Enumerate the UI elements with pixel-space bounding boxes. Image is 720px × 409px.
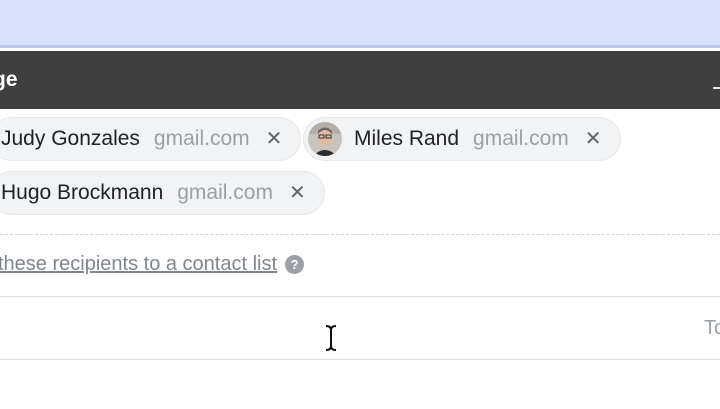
help-icon[interactable]: ? — [285, 255, 305, 274]
close-icon[interactable]: ✕ — [585, 129, 602, 149]
recipient-name: Miles Rand — [354, 127, 460, 150]
compose-window: ge Judy Gonzales gmail.com ✕ Miles Rand … — [0, 51, 720, 409]
window-edge — [0, 45, 720, 48]
recipient-name: Judy Gonzales — [1, 127, 140, 150]
minimize-icon[interactable] — [713, 87, 720, 89]
recipient-chip[interactable]: Miles Rand gmail.com ✕ — [303, 117, 621, 161]
add-to-contact-list: these recipients to a contact list ? — [0, 253, 305, 276]
background-window — [0, 0, 720, 48]
compose-titlebar[interactable]: ge — [0, 51, 720, 109]
recipient-domain: gmail.com — [177, 181, 273, 204]
recipient-chip[interactable]: Judy Gonzales gmail.com ✕ — [0, 117, 302, 161]
text-cursor-icon — [325, 325, 337, 351]
avatar — [308, 122, 342, 156]
compose-title: ge — [0, 68, 18, 91]
close-icon[interactable]: ✕ — [289, 183, 306, 203]
add-to-contact-list-link[interactable]: these recipients to a contact list — [0, 253, 277, 276]
recipient-chip[interactable]: Hugo Brockmann gmail.com ✕ — [0, 171, 325, 215]
section-divider — [0, 359, 720, 360]
recipients-divider — [0, 234, 720, 235]
recipient-domain: gmail.com — [153, 127, 250, 150]
subject-row[interactable]: To — [0, 297, 720, 359]
to-link[interactable]: To — [704, 317, 720, 340]
close-icon[interactable]: ✕ — [266, 129, 283, 149]
recipient-domain: gmail.com — [473, 127, 569, 150]
recipient-name: Hugo Brockmann — [1, 181, 164, 204]
